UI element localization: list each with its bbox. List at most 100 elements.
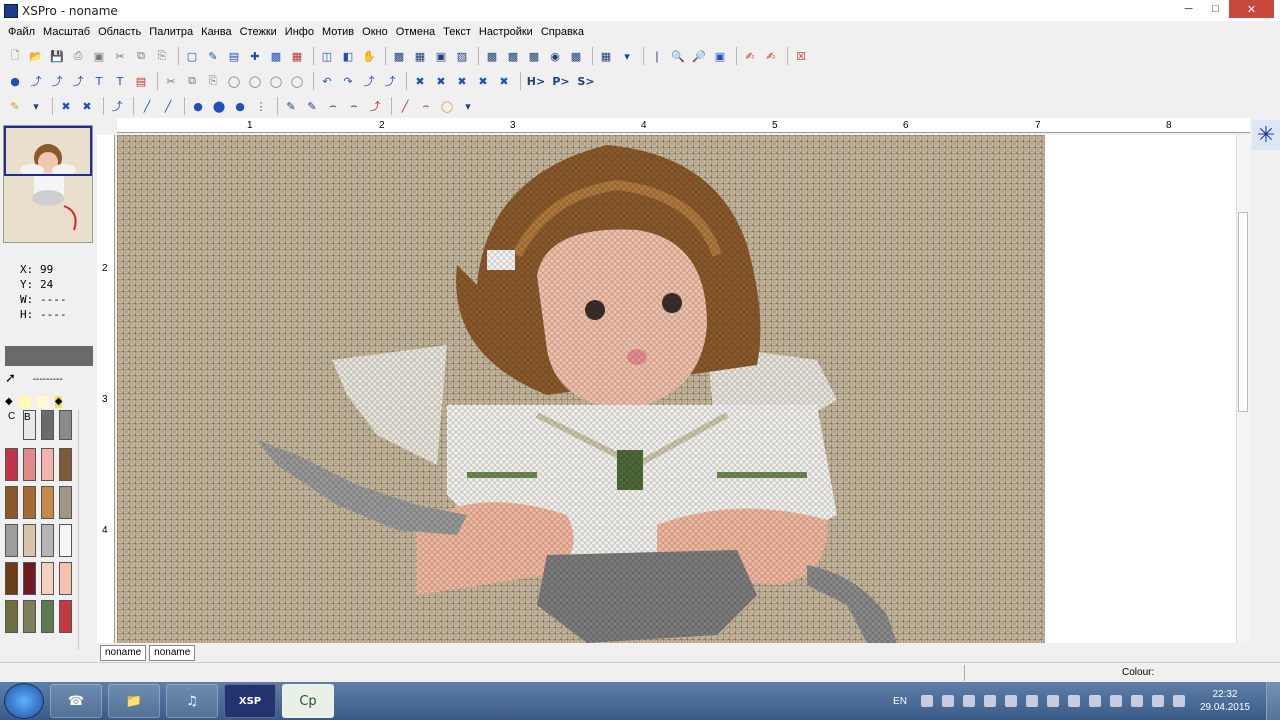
scrollbar-thumb[interactable]	[1238, 212, 1248, 412]
tool-c-icon[interactable]: ◯	[267, 72, 285, 90]
pen-icon[interactable]: ⤴	[48, 72, 66, 90]
close-button[interactable]: ✕	[1229, 0, 1274, 18]
cp-taskbar-icon[interactable]: Cp	[282, 684, 334, 718]
minimize-button[interactable]: ─	[1175, 0, 1202, 18]
menu-area[interactable]: Область	[98, 26, 141, 38]
yellow-swatch-small-icon[interactable]	[36, 396, 49, 408]
swatch-brown-2[interactable]	[5, 486, 18, 519]
new-file-icon[interactable]: 🗋	[6, 47, 24, 65]
french-knot-icon[interactable]: ●	[189, 97, 207, 115]
view-mode-4-icon[interactable]: ◉	[546, 47, 564, 65]
select-freehand-icon[interactable]: ✎	[204, 47, 222, 65]
swatch-gray-2[interactable]	[59, 410, 72, 440]
line-tool-b-icon[interactable]: ✎	[303, 97, 321, 115]
swatch-green-1[interactable]	[5, 600, 18, 633]
bead-small-icon[interactable]: ●	[231, 97, 249, 115]
tray-app-9-icon[interactable]	[1088, 695, 1101, 707]
clock[interactable]: 22:32 29.04.2015	[1200, 688, 1250, 714]
tray-volume-icon[interactable]	[1172, 695, 1185, 707]
palette-scrollbar[interactable]	[78, 410, 90, 650]
special-stitch-icon[interactable]: ⋮	[252, 97, 270, 115]
swatch-gray-4[interactable]	[41, 524, 54, 557]
text-bold-tool-icon[interactable]: T	[111, 72, 129, 90]
view-mode-5-icon[interactable]: ▩	[567, 47, 585, 65]
cross-stitch-icon[interactable]: ✖	[432, 72, 450, 90]
view-mode-2-icon[interactable]: ▩	[504, 47, 522, 65]
red-curve-icon[interactable]: ⌢	[417, 97, 435, 115]
swatch-taupe-1[interactable]	[59, 486, 72, 519]
swatch-b[interactable]: B	[23, 410, 36, 440]
menu-file[interactable]: Файл	[8, 26, 35, 38]
grid-select-icon[interactable]: ▦	[288, 47, 306, 65]
swatch-pink-2[interactable]	[41, 448, 54, 481]
tray-app-3-icon[interactable]	[962, 695, 975, 707]
paste-icon[interactable]: ⎘	[153, 47, 171, 65]
curve-tool-b-icon[interactable]: ⌢	[345, 97, 363, 115]
explorer-taskbar-icon[interactable]: 📁	[108, 684, 160, 718]
select-rect-icon[interactable]: ▢	[183, 47, 201, 65]
viber-taskbar-icon[interactable]: ☎	[50, 684, 102, 718]
swatch-brown-4[interactable]	[41, 486, 54, 519]
view-symbols-icon[interactable]: ▨	[453, 47, 471, 65]
color-replace-icon[interactable]: ✍	[762, 47, 780, 65]
arrow-icon[interactable]: ➚	[5, 370, 16, 385]
cut-disabled-icon[interactable]: ✂	[162, 72, 180, 90]
language-indicator[interactable]: EN	[893, 696, 907, 707]
pattern-canvas[interactable]	[117, 135, 1250, 643]
yellow-swatch-icon[interactable]	[18, 396, 31, 408]
menu-canvas[interactable]: Канва	[201, 26, 231, 38]
menu-text[interactable]: Текст	[443, 26, 471, 38]
tray-app-4-icon[interactable]	[983, 695, 996, 707]
move-cross-icon[interactable]: ✚	[246, 47, 264, 65]
view-stitches-icon[interactable]: ▩	[390, 47, 408, 65]
tool-b-icon[interactable]: ◯	[246, 72, 264, 90]
text-tool-icon[interactable]: T	[90, 72, 108, 90]
pencil-dropdown-icon[interactable]: ▾	[27, 97, 45, 115]
swatch-green-3[interactable]	[41, 600, 54, 633]
layers-icon[interactable]: ◧	[339, 47, 357, 65]
tool-d-icon[interactable]: ◯	[288, 72, 306, 90]
s-tool-icon[interactable]: S>	[575, 72, 597, 90]
menu-window[interactable]: Окно	[362, 26, 388, 38]
cross-stitch-b-icon[interactable]: ✖	[453, 72, 471, 90]
save-icon[interactable]: 💾	[48, 47, 66, 65]
swatch-gray-3[interactable]	[5, 524, 18, 557]
redo-icon[interactable]: ↷	[339, 72, 357, 90]
stitch-line-icon[interactable]: ⤴	[69, 72, 87, 90]
menu-palette[interactable]: Палитра	[149, 26, 193, 38]
backstitch-icon[interactable]: ╱	[138, 97, 156, 115]
curve-tool-icon[interactable]: ⌢	[324, 97, 342, 115]
menu-settings[interactable]: Настройки	[479, 26, 533, 38]
tray-app-2-icon[interactable]	[941, 695, 954, 707]
tray-app-5-icon[interactable]	[1004, 695, 1017, 707]
print-preview-icon[interactable]: ▣	[90, 47, 108, 65]
h-tool-icon[interactable]: H>	[525, 72, 547, 90]
cross-stitch-d-icon[interactable]: ✖	[495, 72, 513, 90]
xspro-taskbar-icon[interactable]: XSP	[224, 684, 276, 718]
dropdown-arrow-icon[interactable]: ▾	[618, 47, 636, 65]
menu-undo[interactable]: Отмена	[396, 26, 435, 38]
menu-help[interactable]: Справка	[541, 26, 584, 38]
bead-icon[interactable]: ⬤	[210, 97, 228, 115]
p-tool-icon[interactable]: P>	[550, 72, 572, 90]
copy-icon[interactable]: ⧉	[132, 47, 150, 65]
scissors-icon[interactable]: ✂	[111, 47, 129, 65]
view-mode-3-icon[interactable]: ▩	[525, 47, 543, 65]
swatch-peach-2[interactable]	[59, 562, 72, 595]
zoom-out-icon[interactable]: 🔎	[690, 47, 708, 65]
color-picker-icon[interactable]: ✍	[741, 47, 759, 65]
rotate-icon[interactable]: ⤴	[360, 72, 378, 90]
hand-icon[interactable]: ✋	[360, 47, 378, 65]
tray-app-8-icon[interactable]	[1067, 695, 1080, 707]
menu-stitches[interactable]: Стежки	[240, 26, 277, 38]
thumbnail-viewport-frame[interactable]	[4, 126, 92, 176]
swatch-maroon-1[interactable]	[23, 562, 36, 595]
view-lines-icon[interactable]: ▣	[432, 47, 450, 65]
zoom-fit-icon[interactable]: ▣	[711, 47, 729, 65]
tray-app-1-icon[interactable]	[920, 695, 933, 707]
tray-app-11-icon[interactable]	[1130, 695, 1143, 707]
tab-noname-2[interactable]: noname	[149, 645, 196, 661]
menu-info[interactable]: Инфо	[285, 26, 314, 38]
fill-icon[interactable]: ●	[6, 72, 24, 90]
double-cross-icon[interactable]: ✖	[78, 97, 96, 115]
